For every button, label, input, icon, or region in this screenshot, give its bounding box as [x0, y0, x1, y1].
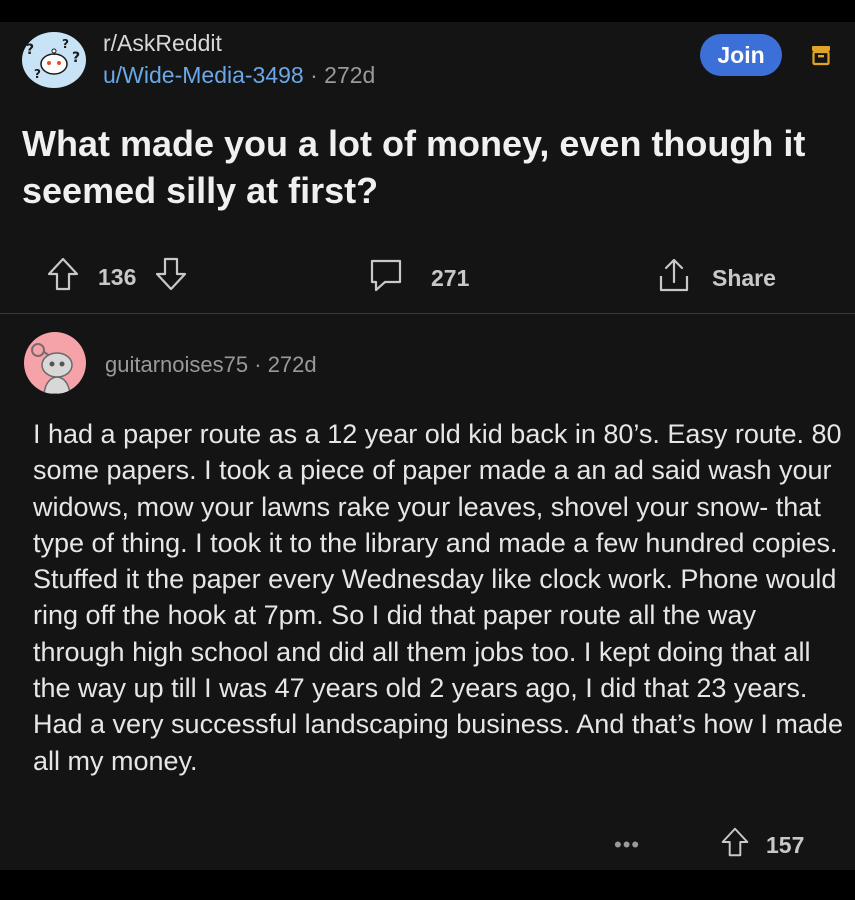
subreddit-name[interactable]: r/AskReddit [103, 30, 222, 57]
comment-icon [367, 256, 405, 300]
svg-text:?: ? [34, 67, 41, 81]
post-age: 272d [324, 62, 376, 88]
comment-body: I had a paper route as a 12 year old kid… [33, 419, 843, 776]
share-label: Share [712, 264, 776, 291]
svg-text:?: ? [72, 50, 80, 66]
post-divider [0, 313, 855, 314]
svg-text:?: ? [26, 42, 34, 58]
downvote-icon[interactable] [154, 256, 188, 298]
share-icon [656, 256, 692, 300]
upvote-icon[interactable] [720, 826, 750, 864]
comment-vote-group: 157 [720, 826, 804, 864]
svg-text:?: ? [62, 37, 69, 51]
post-upvote-count: 136 [98, 263, 137, 290]
upvote-icon[interactable] [46, 256, 80, 298]
vote-group: 136 [46, 256, 188, 298]
save-icon[interactable] [810, 44, 832, 66]
join-button[interactable]: Join [700, 34, 782, 76]
comment-meta: guitarnoises75 · 272d [105, 352, 317, 378]
subreddit-avatar-icon[interactable]: ? ? ? ? [22, 32, 86, 88]
comment-upvote-count: 157 [766, 831, 805, 858]
meta-separator: · [310, 62, 318, 88]
more-icon[interactable]: ••• [614, 832, 640, 858]
comment-author[interactable]: guitarnoises75 [105, 352, 248, 377]
post-meta: u/Wide-Media-3498 · 272d [103, 62, 375, 89]
comment-age: 272d [267, 352, 317, 377]
bottom-black-bar [0, 870, 855, 900]
share-button[interactable]: Share [656, 256, 776, 300]
post-title[interactable]: What made you a lot of money, even thoug… [22, 120, 832, 214]
comment-count: 271 [431, 264, 470, 291]
meta-separator: · [254, 352, 262, 377]
post-author[interactable]: u/Wide-Media-3498 [103, 62, 304, 88]
snoo-avatar-icon[interactable] [24, 332, 86, 394]
comments-button[interactable]: 271 [367, 256, 469, 300]
top-black-bar [0, 0, 855, 22]
